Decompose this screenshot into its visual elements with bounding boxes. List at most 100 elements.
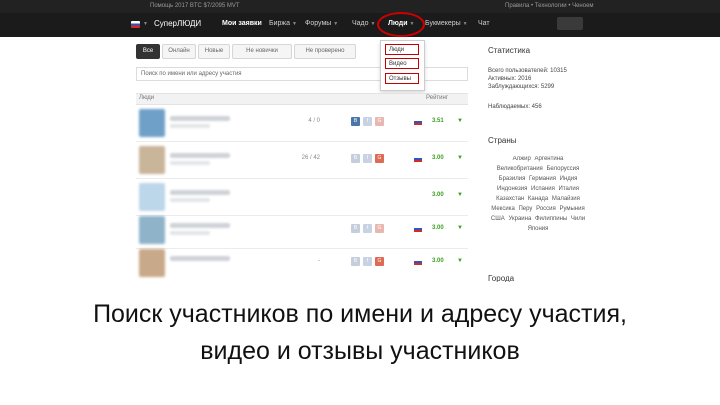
- caption-line-2: видео и отзывы участников: [200, 337, 520, 365]
- russia-flag-icon: [414, 259, 422, 265]
- country-tag[interactable]: США: [491, 216, 505, 222]
- russia-flag-icon: [414, 119, 422, 125]
- facebook-icon[interactable]: f: [363, 224, 372, 233]
- stat-active: Активных: 2016: [488, 76, 532, 82]
- user-counts: 26 / 42: [301, 155, 320, 161]
- country-tag[interactable]: Германия: [529, 176, 556, 182]
- vk-icon[interactable]: В: [351, 154, 360, 163]
- avatar[interactable]: [139, 146, 165, 174]
- filter-all[interactable]: Все: [136, 44, 160, 59]
- russia-flag-icon: [414, 226, 422, 232]
- country-tag[interactable]: Мексика: [491, 206, 515, 212]
- country-tag[interactable]: Великобритания: [497, 166, 543, 172]
- nav-my-requests[interactable]: Мои заявки: [222, 20, 262, 27]
- filter-unverified[interactable]: Не проверено: [294, 44, 356, 59]
- user-name[interactable]: [170, 116, 230, 121]
- table-row[interactable]: В f G 3.00 ▼: [136, 212, 468, 249]
- dropdown-item-reviews[interactable]: Отзывы: [385, 73, 419, 84]
- country-tag[interactable]: Испания: [531, 186, 555, 192]
- country-tag[interactable]: Канада: [528, 196, 548, 202]
- stat-misled: Заблуждающихся: 5299: [488, 84, 555, 90]
- dropdown-item-video[interactable]: Видео: [385, 58, 419, 69]
- highlight-circle: [377, 12, 425, 37]
- user-rating: 3.00: [432, 258, 444, 264]
- navbar-search-box[interactable]: [557, 17, 583, 30]
- facebook-icon[interactable]: f: [363, 154, 372, 163]
- countries-title: Страны: [488, 136, 517, 145]
- user-rating: 3.00: [432, 155, 444, 161]
- table-row[interactable]: 26 / 42 В f G 3.00 ▼: [136, 142, 468, 179]
- chevron-down-icon: ▼: [370, 21, 376, 27]
- user-subtitle: [170, 124, 210, 128]
- user-counts: 4 / 0: [308, 118, 320, 124]
- top-info-bar: Помощь 2017 BTC $7/2095 MVT Правила • Те…: [0, 0, 720, 13]
- dropdown-item-people[interactable]: Люди: [385, 44, 419, 55]
- user-subtitle: [170, 161, 210, 165]
- vk-icon[interactable]: В: [351, 117, 360, 126]
- avatar[interactable]: [139, 216, 165, 244]
- language-caret-icon[interactable]: ▼: [143, 20, 148, 27]
- vk-icon[interactable]: В: [351, 224, 360, 233]
- stats-title: Статистика: [488, 46, 531, 55]
- country-tag[interactable]: Казахстан: [496, 196, 524, 202]
- table-row[interactable]: 3.00 ▼: [136, 179, 468, 216]
- nav-bookmakers[interactable]: Букмекеры ▼: [425, 20, 468, 27]
- vk-icon[interactable]: В: [351, 257, 360, 266]
- user-rating: 3.51: [432, 118, 444, 124]
- stat-total-users: Всего пользователей: 10315: [488, 68, 567, 74]
- user-name[interactable]: [170, 190, 230, 195]
- facebook-icon[interactable]: f: [363, 257, 372, 266]
- table-row[interactable]: - В f G 3.00 ▼: [136, 245, 468, 281]
- column-people[interactable]: Люди: [139, 95, 154, 101]
- nav-forums[interactable]: Форумы ▼: [305, 20, 338, 27]
- nav-video[interactable]: Чадо ▼: [352, 20, 375, 27]
- country-tag[interactable]: Индонезия: [497, 186, 527, 192]
- facebook-icon[interactable]: f: [363, 117, 372, 126]
- country-tag[interactable]: Малайзия: [552, 196, 580, 202]
- country-tag[interactable]: Перу: [518, 206, 532, 212]
- chevron-down-icon: ▼: [333, 21, 339, 27]
- russia-flag-icon[interactable]: [131, 21, 140, 28]
- country-tag[interactable]: Румыния: [559, 206, 584, 212]
- chevron-down-icon: ▼: [462, 21, 468, 27]
- table-row[interactable]: 4 / 0 В f G 3.51 ▼: [136, 105, 468, 142]
- avatar[interactable]: [139, 249, 165, 277]
- nav-exchange[interactable]: Биржа ▼: [269, 20, 297, 27]
- people-table-header: Люди Рейтинг: [136, 93, 468, 105]
- country-tag[interactable]: Филиппины: [535, 216, 567, 222]
- country-tag[interactable]: Украина: [508, 216, 531, 222]
- avatar[interactable]: [139, 183, 165, 211]
- google-icon[interactable]: G: [375, 154, 384, 163]
- filter-new[interactable]: Новые: [198, 44, 230, 59]
- stat-watched: Наблюдаемых: 456: [488, 104, 542, 110]
- avatar[interactable]: [139, 109, 165, 137]
- top-info-left: Помощь 2017 BTC $7/2095 MVT: [150, 3, 240, 9]
- user-rating: 3.00: [432, 192, 444, 198]
- filter-online[interactable]: Онлайн: [162, 44, 196, 59]
- country-tag[interactable]: Алжир: [513, 156, 531, 162]
- nav-chat[interactable]: Чат: [478, 20, 490, 27]
- country-tag[interactable]: Япония: [528, 226, 549, 232]
- filter-not-newbies[interactable]: Не новички: [232, 44, 292, 59]
- country-tag[interactable]: Италия: [559, 186, 579, 192]
- site-logo[interactable]: СуперЛЮДИ: [154, 19, 201, 28]
- top-info-right[interactable]: Правила • Технологии • Ченоем: [505, 3, 594, 9]
- google-icon[interactable]: G: [375, 257, 384, 266]
- country-tag[interactable]: Бразилия: [499, 176, 526, 182]
- column-rating[interactable]: Рейтинг: [426, 95, 448, 101]
- country-tag[interactable]: Россия: [536, 206, 556, 212]
- rating-arrow-icon: ▼: [457, 225, 463, 231]
- user-name[interactable]: [170, 223, 230, 228]
- user-name[interactable]: [170, 153, 230, 158]
- google-icon[interactable]: G: [375, 117, 384, 126]
- google-icon[interactable]: G: [375, 224, 384, 233]
- country-tag[interactable]: Белоруссия: [546, 166, 579, 172]
- country-tag[interactable]: Аргентина: [535, 156, 564, 162]
- slide-caption: Поиск участников по имени и адресу участ…: [0, 296, 720, 370]
- country-tag[interactable]: Индия: [560, 176, 578, 182]
- rating-arrow-icon: ▼: [457, 155, 463, 161]
- rating-arrow-icon: ▼: [457, 118, 463, 124]
- user-rating: 3.00: [432, 225, 444, 231]
- country-tag[interactable]: Чили: [571, 216, 585, 222]
- user-name[interactable]: [170, 256, 230, 261]
